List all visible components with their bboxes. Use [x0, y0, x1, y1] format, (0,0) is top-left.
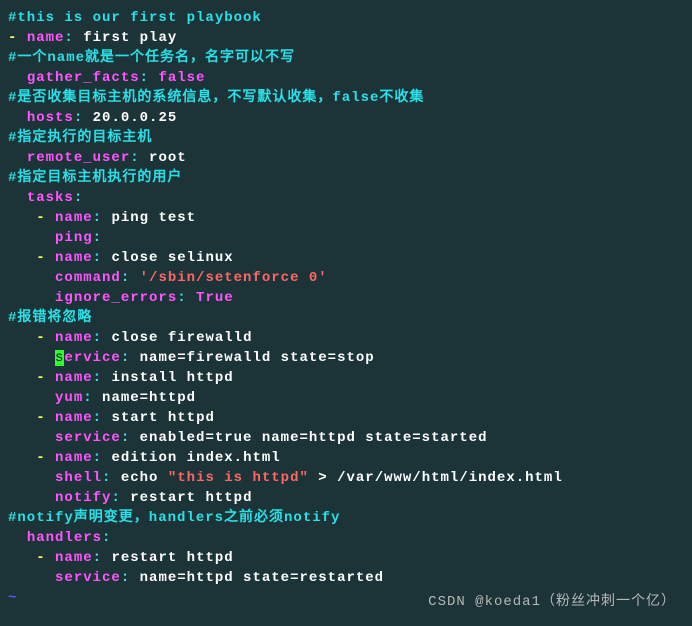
val-echo-str: "this is httpd" — [168, 470, 309, 486]
val-edition-index: edition index.html — [111, 450, 280, 466]
val-fw-args: name=firewalld state=stop — [140, 350, 375, 366]
key-handlers: handlers — [27, 530, 102, 546]
key-name: name — [55, 250, 93, 266]
key-ignore-errors: ignore_errors — [55, 290, 177, 306]
key-name: name — [55, 450, 93, 466]
key-hosts: hosts — [27, 110, 74, 126]
key-shell: shell — [55, 470, 102, 486]
comment: #notify声明变更，handlers之前必须notify — [8, 510, 340, 526]
val-restart-httpd: restart httpd — [111, 550, 233, 566]
val-root: root — [149, 150, 187, 166]
key-name: name — [55, 210, 93, 226]
key-name: name — [55, 370, 93, 386]
val-close-selinux: close selinux — [111, 250, 233, 266]
val-hosts: 20.0.0.25 — [93, 110, 178, 126]
val-false: false — [158, 70, 205, 86]
key-name: name — [55, 550, 93, 566]
val-echo-redir: > /var/www/html/index.html — [309, 470, 563, 486]
val-restart-httpd: restart httpd — [130, 490, 252, 506]
val-setenforce: '/sbin/setenforce 0' — [140, 270, 328, 286]
code-block: #this is our first playbook - name: firs… — [8, 8, 684, 608]
key-name: name — [55, 330, 93, 346]
tilde: ~ — [8, 590, 17, 606]
val-first-play: first play — [83, 30, 177, 46]
key-gather-facts: gather_facts — [27, 70, 140, 86]
key-ping: ping — [55, 230, 93, 246]
val-true: True — [196, 290, 234, 306]
val-handler-args: name=httpd state=restarted — [140, 570, 384, 586]
key-command: command — [55, 270, 121, 286]
val-start-args: enabled=true name=httpd state=started — [140, 430, 488, 446]
key-service: ervice — [64, 350, 120, 366]
key-name: name — [27, 30, 65, 46]
comment: #是否收集目标主机的系统信息，不写默认收集，false不收集 — [8, 90, 424, 106]
comment: #一个name就是一个任务名，名字可以不写 — [8, 50, 295, 66]
comment: #指定目标主机执行的用户 — [8, 170, 182, 186]
key-notify: notify — [55, 490, 111, 506]
dash: - — [8, 30, 27, 46]
val-echo: echo — [121, 470, 168, 486]
val-close-firewalld: close firewalld — [111, 330, 252, 346]
val-install-httpd: install httpd — [111, 370, 233, 386]
val-ping-test: ping test — [111, 210, 196, 226]
key-tasks: tasks — [27, 190, 74, 206]
comment: #this is our first playbook — [8, 10, 262, 26]
key-service: service — [55, 430, 121, 446]
cursor: s — [55, 350, 64, 366]
comment: #报错将忽略 — [8, 310, 92, 326]
key-remote-user: remote_user — [27, 150, 130, 166]
watermark: CSDN @koeda1（粉丝冲刺一个亿） — [428, 592, 676, 612]
key-service: service — [55, 570, 121, 586]
key-name: name — [55, 410, 93, 426]
val-yum-args: name=httpd — [102, 390, 196, 406]
val-start-httpd: start httpd — [111, 410, 214, 426]
comment: #指定执行的目标主机 — [8, 130, 152, 146]
key-yum: yum — [55, 390, 83, 406]
